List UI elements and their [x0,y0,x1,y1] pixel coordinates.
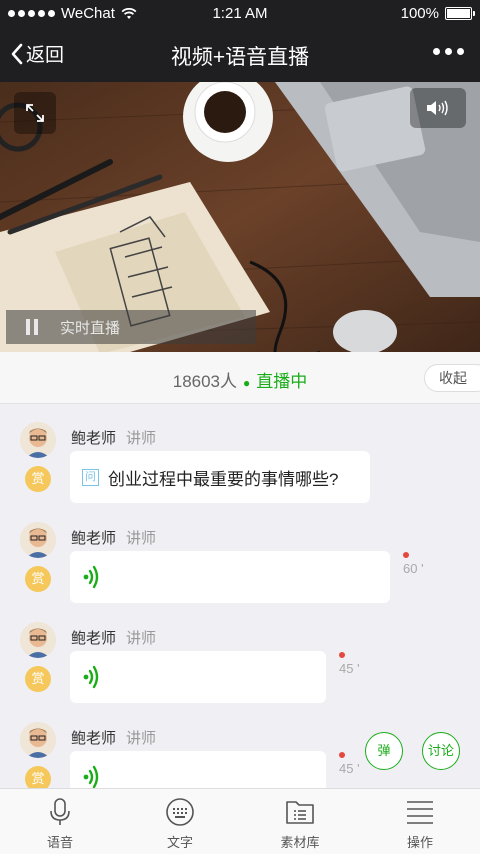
sender-role: 讲师 [126,730,157,747]
live-label: 实时直播 [60,319,121,337]
sender-role: 讲师 [126,530,157,547]
reward-button[interactable]: 赏 [25,666,51,692]
status-dot: ● [243,375,251,390]
live-control-bar: 实时直播 [6,310,256,344]
tab-label: 操作 [406,835,433,850]
bottom-tab-bar: 语音 文字 素材库 操作 [0,788,480,854]
battery-percent: 100% [400,5,439,22]
page-title: 视频+语音直播 [170,46,310,69]
viewer-count: 18603人 [172,372,238,391]
voice-bubble[interactable] [70,651,326,703]
battery-icon [445,7,475,20]
keyboard-icon [166,798,194,826]
sender-info: 鲍老师 讲师 [71,427,156,448]
message-text: 创业过程中最重要的事情哪些? [108,469,339,489]
unread-dot [339,652,345,658]
sender-role: 讲师 [126,430,157,447]
question-icon: 问 [82,468,99,486]
sender-role: 讲师 [126,630,157,647]
reward-button[interactable]: 赏 [25,566,51,592]
tab-actions[interactable]: 操作 [360,789,480,854]
reward-button[interactable]: 赏 [25,466,51,492]
expand-icon [26,104,44,122]
unread-dot [339,752,345,758]
text-bubble[interactable]: 问 创业过程中最重要的事情哪些? [70,451,370,503]
voice-duration: 45 ' [339,661,360,676]
live-info-bar: 18603人 ● 直播中 收起 [0,352,480,404]
sender-info: 鲍老师 讲师 [71,727,156,748]
collapse-button[interactable]: 收起 [424,364,480,392]
list-icon [407,801,433,824]
sender-name: 鲍老师 [71,730,117,747]
message-item: 赏 鲍老师 讲师 45 ' [0,704,480,788]
tab-label: 素材库 [280,835,320,850]
pause-icon[interactable] [26,319,40,335]
speaker-icon [427,100,448,116]
avatar[interactable] [20,722,56,758]
avatar[interactable] [20,522,56,558]
message-feed[interactable]: 赏 鲍老师 讲师 问 创业过程中最重要的事情哪些? 赏 鲍老师 讲师 60 ' 赏 … [0,404,480,788]
voice-bubble[interactable] [70,551,390,603]
tab-voice[interactable]: 语音 [0,789,120,854]
message-item: 赏 鲍老师 讲师 45 ' [0,604,480,704]
tab-materials[interactable]: 素材库 [240,789,360,854]
audience-info: 18603人 ● 直播中 [0,367,480,392]
sender-name: 鲍老师 [71,430,117,447]
sender-name: 鲍老师 [71,530,117,547]
voice-wave-icon [83,665,99,689]
tab-label: 文字 [166,835,193,850]
voice-bubble[interactable] [70,751,326,788]
unread-dot [403,552,409,558]
volume-button[interactable] [410,88,466,128]
nav-bar: 返回 视频+语音直播 [0,28,480,82]
status-bar: WeChat 1:21 AM 100% [0,0,480,28]
avatar[interactable] [20,622,56,658]
voice-duration: 60 ' [403,561,424,576]
voice-duration: 45 ' [339,761,360,776]
avatar[interactable] [20,422,56,458]
sender-info: 鲍老师 讲师 [71,527,156,548]
fullscreen-button[interactable] [14,92,56,134]
microphone-icon [50,798,70,825]
video-player[interactable]: 实时直播 [0,82,480,352]
message-item: 赏 鲍老师 讲师 60 ' [0,504,480,604]
voice-wave-icon [83,565,99,589]
more-button[interactable] [433,48,464,55]
tab-label: 语音 [46,835,73,850]
voice-wave-icon [83,765,99,788]
discuss-button[interactable]: 讨论 [422,732,460,770]
live-status: 直播中 [256,372,308,391]
danmaku-button[interactable]: 弹 [365,732,403,770]
sender-name: 鲍老师 [71,630,117,647]
message-item: 赏 鲍老师 讲师 问 创业过程中最重要的事情哪些? [0,404,480,504]
reward-button[interactable]: 赏 [25,766,51,788]
folder-icon [286,801,314,824]
tab-text[interactable]: 文字 [120,789,240,854]
sender-info: 鲍老师 讲师 [71,627,156,648]
